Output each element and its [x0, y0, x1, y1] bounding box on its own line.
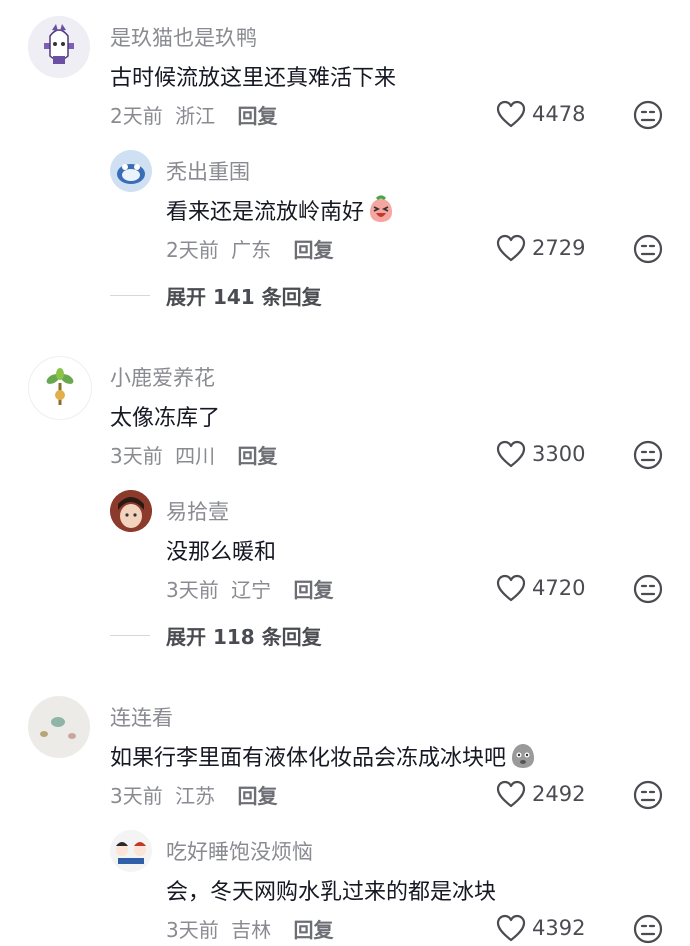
comment-location: 浙江 — [175, 104, 216, 128]
reply-time: 3天前 — [166, 918, 219, 942]
reply-location: 辽宁 — [231, 578, 272, 602]
reply-button[interactable]: 回复 — [237, 444, 277, 468]
avatar-cartoon-cat-icon — [28, 16, 90, 78]
reply-avatar[interactable] — [110, 830, 152, 872]
heart-icon — [496, 440, 526, 468]
comment-time: 3天前 — [110, 784, 163, 808]
like-button[interactable]: 3300 — [496, 440, 585, 468]
avatar-anime-character-icon — [110, 490, 152, 532]
heart-icon — [496, 234, 526, 262]
reply-avatar[interactable] — [110, 490, 152, 532]
dislike-icon[interactable] — [632, 439, 664, 471]
like-count: 2729 — [532, 236, 586, 260]
dislike-icon[interactable] — [632, 913, 664, 945]
like-count: 4392 — [532, 916, 586, 940]
like-count: 2492 — [532, 782, 586, 806]
reply-button[interactable]: 回复 — [293, 238, 333, 262]
comment-time: 2天前 — [110, 104, 163, 128]
expand-replies-label: 展开 118 条回复 — [166, 625, 322, 649]
avatar[interactable] — [28, 356, 92, 420]
comment-username[interactable]: 小鹿爱养花 — [110, 362, 215, 392]
comment-text-content: 如果行李里面有液体化妆品会冻成冰块吧 — [110, 746, 507, 771]
reply-username[interactable]: 秃出重围 — [166, 156, 250, 186]
like-button[interactable]: 2492 — [496, 780, 585, 808]
like-button[interactable]: 4478 — [496, 100, 585, 128]
avatar-blue-creature-icon — [110, 150, 152, 192]
reply-time: 2天前 — [166, 238, 219, 262]
avatar-cartoon-group-icon — [110, 830, 152, 872]
comment-meta: 3天前 四川 回复 — [110, 440, 277, 469]
like-count: 4478 — [532, 102, 586, 126]
expand-replies-label: 展开 141 条回复 — [166, 285, 322, 309]
dislike-icon[interactable] — [632, 99, 664, 131]
heart-icon — [496, 100, 526, 128]
reply-location: 吉林 — [231, 918, 272, 942]
reply-avatar[interactable] — [110, 150, 152, 192]
comment-location: 四川 — [175, 444, 216, 468]
reply-button[interactable]: 回复 — [293, 578, 333, 602]
reply-meta: 3天前 辽宁 回复 — [166, 574, 333, 603]
comment-text: 如果行李里面有液体化妆品会冻成冰块吧 — [110, 740, 538, 777]
avatar[interactable] — [28, 696, 90, 758]
like-count: 3300 — [532, 442, 586, 466]
like-button[interactable]: 2729 — [496, 234, 585, 262]
reply-meta: 3天前 吉林 回复 — [166, 914, 333, 943]
like-button[interactable]: 4392 — [496, 914, 585, 942]
comment-username[interactable]: 连连看 — [110, 702, 173, 732]
reply-username[interactable]: 易拾壹 — [166, 496, 229, 526]
heart-icon — [496, 914, 526, 942]
reply-button[interactable]: 回复 — [237, 104, 277, 128]
comment-text: 古时候流放这里还真难活下来 — [110, 66, 397, 91]
reply-button[interactable]: 回复 — [237, 784, 277, 808]
reply-meta: 2天前 广东 回复 — [166, 234, 333, 263]
reply-text: 没那么暖和 — [166, 540, 277, 565]
dislike-icon[interactable] — [632, 233, 664, 265]
dislike-icon[interactable] — [632, 573, 664, 605]
comment-meta: 3天前 江苏 回复 — [110, 780, 277, 809]
avatar-small-figures-icon — [28, 696, 90, 758]
reply-location: 广东 — [231, 238, 272, 262]
comment-time: 3天前 — [110, 444, 163, 468]
heart-icon — [496, 780, 526, 808]
reply-text-content: 看来还是流放岭南好 — [166, 200, 365, 225]
comment-username[interactable]: 是玖猫也是玖鸭 — [110, 22, 257, 52]
heart-icon — [496, 574, 526, 602]
comment-location: 江苏 — [175, 784, 216, 808]
laughing-emoji-icon — [366, 195, 396, 231]
comment-text: 太像冻库了 — [110, 406, 221, 431]
cold-face-emoji-icon — [508, 741, 538, 777]
avatar[interactable] — [28, 16, 90, 78]
avatar-plant-icon — [29, 357, 91, 419]
dislike-icon[interactable] — [632, 779, 664, 811]
reply-text: 会，冬天网购水乳过来的都是冰块 — [166, 880, 497, 905]
reply-username[interactable]: 吃好睡饱没烦恼 — [166, 836, 313, 866]
like-count: 4720 — [532, 576, 586, 600]
like-button[interactable]: 4720 — [496, 574, 585, 602]
expand-replies-button[interactable]: 展开 118 条回复 — [110, 621, 322, 650]
expand-replies-button[interactable]: 展开 141 条回复 — [110, 281, 322, 310]
reply-time: 3天前 — [166, 578, 219, 602]
divider-line — [110, 635, 150, 636]
reply-text: 看来还是流放岭南好 — [166, 194, 396, 231]
reply-button[interactable]: 回复 — [293, 918, 333, 942]
comment-meta: 2天前 浙江 回复 — [110, 100, 277, 129]
divider-line — [110, 295, 150, 296]
